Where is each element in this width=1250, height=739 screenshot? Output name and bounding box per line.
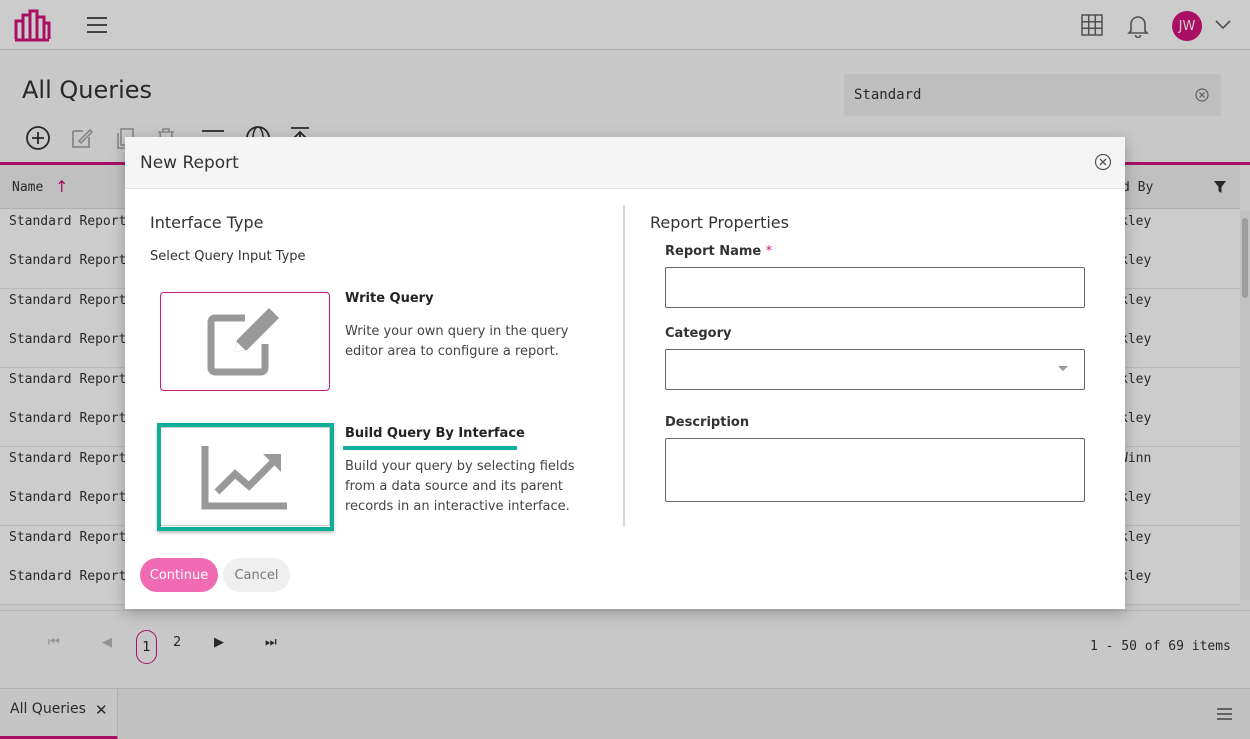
write-query-option[interactable] (160, 292, 330, 391)
dialog-header: New Report (125, 137, 1125, 189)
new-report-dialog: New Report Interface Type Select Query I… (125, 137, 1125, 609)
write-query-description: Write your own query in the query editor… (345, 324, 569, 359)
dialog-divider (623, 205, 625, 527)
category-label: Category (665, 326, 732, 341)
dropdown-arrow-icon (1058, 366, 1068, 371)
description-textarea[interactable] (665, 438, 1085, 502)
dialog-title: New Report (140, 153, 239, 173)
category-select[interactable] (665, 349, 1085, 390)
edit-icon (207, 307, 279, 375)
report-name-label-text: Report Name (665, 244, 762, 259)
build-query-description: Build your query by selecting fields fro… (345, 459, 575, 514)
close-icon[interactable] (1094, 153, 1112, 171)
report-properties-title: Report Properties (650, 213, 789, 232)
select-prompt: Select Query Input Type (150, 249, 306, 264)
build-query-title[interactable]: Build Query By Interface (345, 426, 525, 441)
write-query-title[interactable]: Write Query (345, 291, 434, 306)
build-query-highlight (157, 423, 334, 531)
continue-button[interactable]: Continue (140, 558, 218, 592)
report-name-input[interactable] (665, 267, 1085, 308)
cancel-button[interactable]: Cancel (223, 558, 290, 592)
interface-type-title: Interface Type (150, 213, 264, 232)
report-name-label: Report Name * (665, 244, 772, 259)
required-marker: * (765, 244, 773, 259)
description-label: Description (665, 415, 750, 430)
build-query-underline (343, 446, 517, 450)
